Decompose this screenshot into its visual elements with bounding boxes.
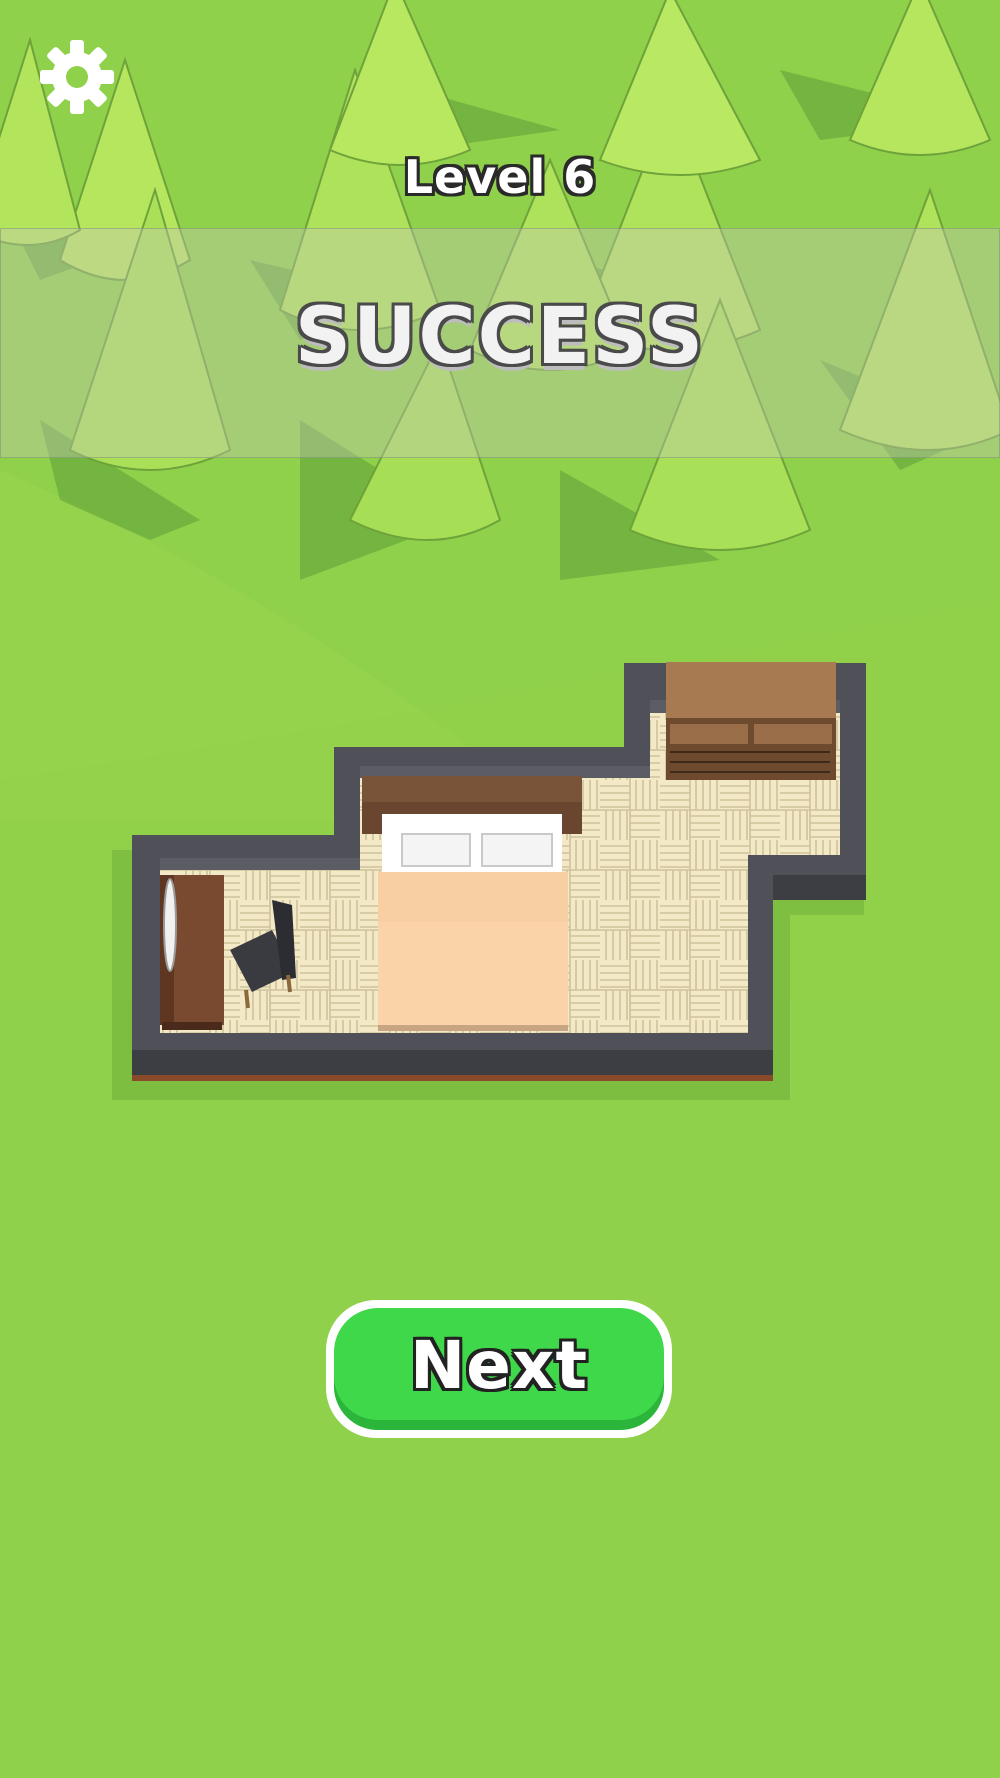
mirror	[163, 878, 177, 972]
wall-front-face-right	[773, 875, 866, 900]
next-button-label: Next	[409, 1326, 589, 1404]
bed-blanket-front	[378, 922, 568, 1030]
wall-front-face	[132, 1050, 773, 1075]
bed	[362, 776, 582, 1031]
pillow	[481, 833, 553, 867]
success-text: SUCCESS	[294, 292, 706, 382]
gear-icon	[40, 40, 114, 114]
next-button-face[interactable]: Next	[334, 1308, 664, 1430]
bed-blanket	[378, 872, 568, 922]
settings-button[interactable]	[38, 38, 116, 116]
desk	[160, 875, 224, 1030]
level-title: Level 6	[403, 150, 597, 204]
next-button[interactable]: Next	[326, 1300, 672, 1438]
pillow	[401, 833, 471, 867]
wall-base-trim	[132, 1075, 773, 1081]
dresser	[666, 662, 836, 780]
inner-wall-top	[160, 858, 360, 870]
